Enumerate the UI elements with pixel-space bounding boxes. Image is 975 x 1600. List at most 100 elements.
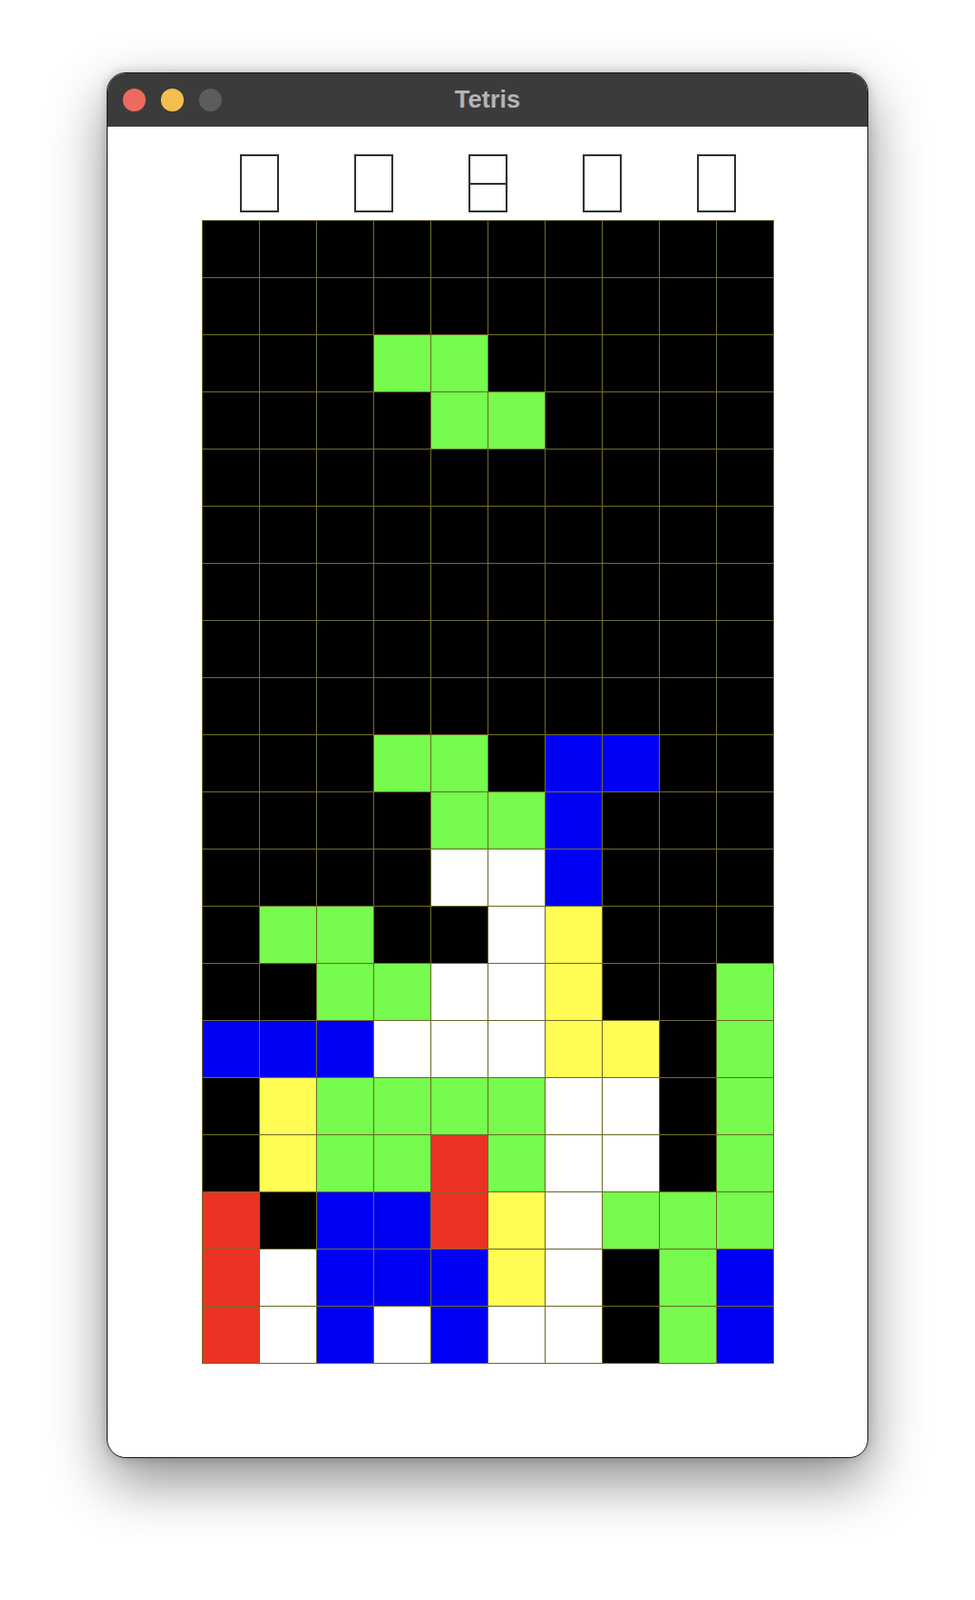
- page: Tetris: [0, 0, 975, 1600]
- board-cell: [317, 849, 374, 906]
- board-cell: [431, 849, 488, 906]
- board-cell: [716, 335, 774, 392]
- board-cell: [488, 792, 545, 849]
- board-cell: [659, 849, 717, 906]
- board-cell: [317, 1192, 374, 1249]
- board-cell: [259, 677, 317, 735]
- board-cell: [602, 963, 659, 1020]
- board-cell: [716, 392, 774, 449]
- board-cell: [374, 1306, 431, 1363]
- board-cell: [202, 563, 259, 620]
- board-cell: [202, 849, 259, 906]
- board-cell: [259, 735, 317, 792]
- board-cell: [259, 906, 317, 963]
- board-cell: [602, 449, 659, 506]
- indicator-slot: [430, 154, 545, 213]
- board-cell: [545, 1134, 602, 1192]
- board-cell: [602, 1077, 659, 1135]
- board-cell: [259, 506, 317, 563]
- board-cell: [716, 1077, 774, 1135]
- board-cell: [202, 1192, 259, 1249]
- board-cell: [716, 1020, 774, 1077]
- board-cell: [602, 1306, 659, 1363]
- indicator-box: [239, 154, 279, 213]
- board-cell: [602, 906, 659, 963]
- board-cell: [488, 677, 545, 735]
- board-cell: [545, 1192, 602, 1249]
- board-cell: [202, 1134, 259, 1192]
- board-cell: [202, 1306, 259, 1363]
- indicator-box: [582, 154, 622, 213]
- board-cell: [259, 278, 317, 335]
- board-cell: [716, 906, 774, 963]
- board-cell: [259, 1249, 317, 1306]
- zoom-button: [198, 88, 222, 112]
- board-cell: [259, 963, 317, 1020]
- close-button[interactable]: [122, 88, 146, 112]
- board-cell: [317, 392, 374, 449]
- indicator-box: [468, 154, 508, 213]
- board-cell: [317, 1077, 374, 1135]
- board-cell: [488, 906, 545, 963]
- board-cell: [431, 449, 488, 506]
- board-cell: [602, 563, 659, 620]
- board-cell: [545, 1249, 602, 1306]
- board-cell: [259, 1192, 317, 1249]
- board-cell: [431, 220, 488, 278]
- board-cell: [716, 792, 774, 849]
- board-cell: [602, 849, 659, 906]
- board-cell: [659, 220, 717, 278]
- board-cell: [602, 677, 659, 735]
- board-cell: [374, 1192, 431, 1249]
- board-cell: [602, 735, 659, 792]
- board-cell: [374, 735, 431, 792]
- board-cell: [259, 792, 317, 849]
- board-cell: [488, 449, 545, 506]
- board-cell: [374, 278, 431, 335]
- board-cell: [202, 620, 259, 677]
- board-cell: [716, 278, 774, 335]
- board-cell: [659, 278, 717, 335]
- board-cell: [374, 677, 431, 735]
- board-cell: [602, 792, 659, 849]
- board-cell: [545, 1020, 602, 1077]
- board-cell: [431, 1020, 488, 1077]
- board-cell: [545, 335, 602, 392]
- board-cell: [545, 220, 602, 278]
- board-cell: [488, 1192, 545, 1249]
- board-cell: [317, 620, 374, 677]
- board-cell: [488, 620, 545, 677]
- minimize-button[interactable]: [160, 88, 184, 112]
- board-cell: [602, 278, 659, 335]
- board-cell: [545, 792, 602, 849]
- board-cell: [374, 220, 431, 278]
- indicator-slot: [658, 154, 774, 213]
- board-cell: [659, 1306, 717, 1363]
- board-cell: [716, 506, 774, 563]
- board-cell: [602, 335, 659, 392]
- board-cell: [431, 677, 488, 735]
- board-cell: [488, 220, 545, 278]
- indicator-slot: [316, 154, 431, 213]
- board-cell: [431, 906, 488, 963]
- board-cell: [317, 335, 374, 392]
- board-cell: [317, 449, 374, 506]
- board-cell: [545, 449, 602, 506]
- board-cell: [374, 1020, 431, 1077]
- indicator-split: [470, 182, 506, 185]
- board-cell: [374, 1077, 431, 1135]
- board-cell: [202, 735, 259, 792]
- board-cell: [259, 1020, 317, 1077]
- board-cell: [374, 849, 431, 906]
- board-cell: [716, 735, 774, 792]
- board-cell: [374, 963, 431, 1020]
- board-cell: [317, 220, 374, 278]
- board-cell: [602, 1249, 659, 1306]
- board-cell: [659, 1249, 717, 1306]
- board-cell: [259, 849, 317, 906]
- board-cell: [259, 220, 317, 278]
- board-cell: [545, 563, 602, 620]
- board-cell: [317, 906, 374, 963]
- board-cell: [431, 563, 488, 620]
- board-cell: [545, 392, 602, 449]
